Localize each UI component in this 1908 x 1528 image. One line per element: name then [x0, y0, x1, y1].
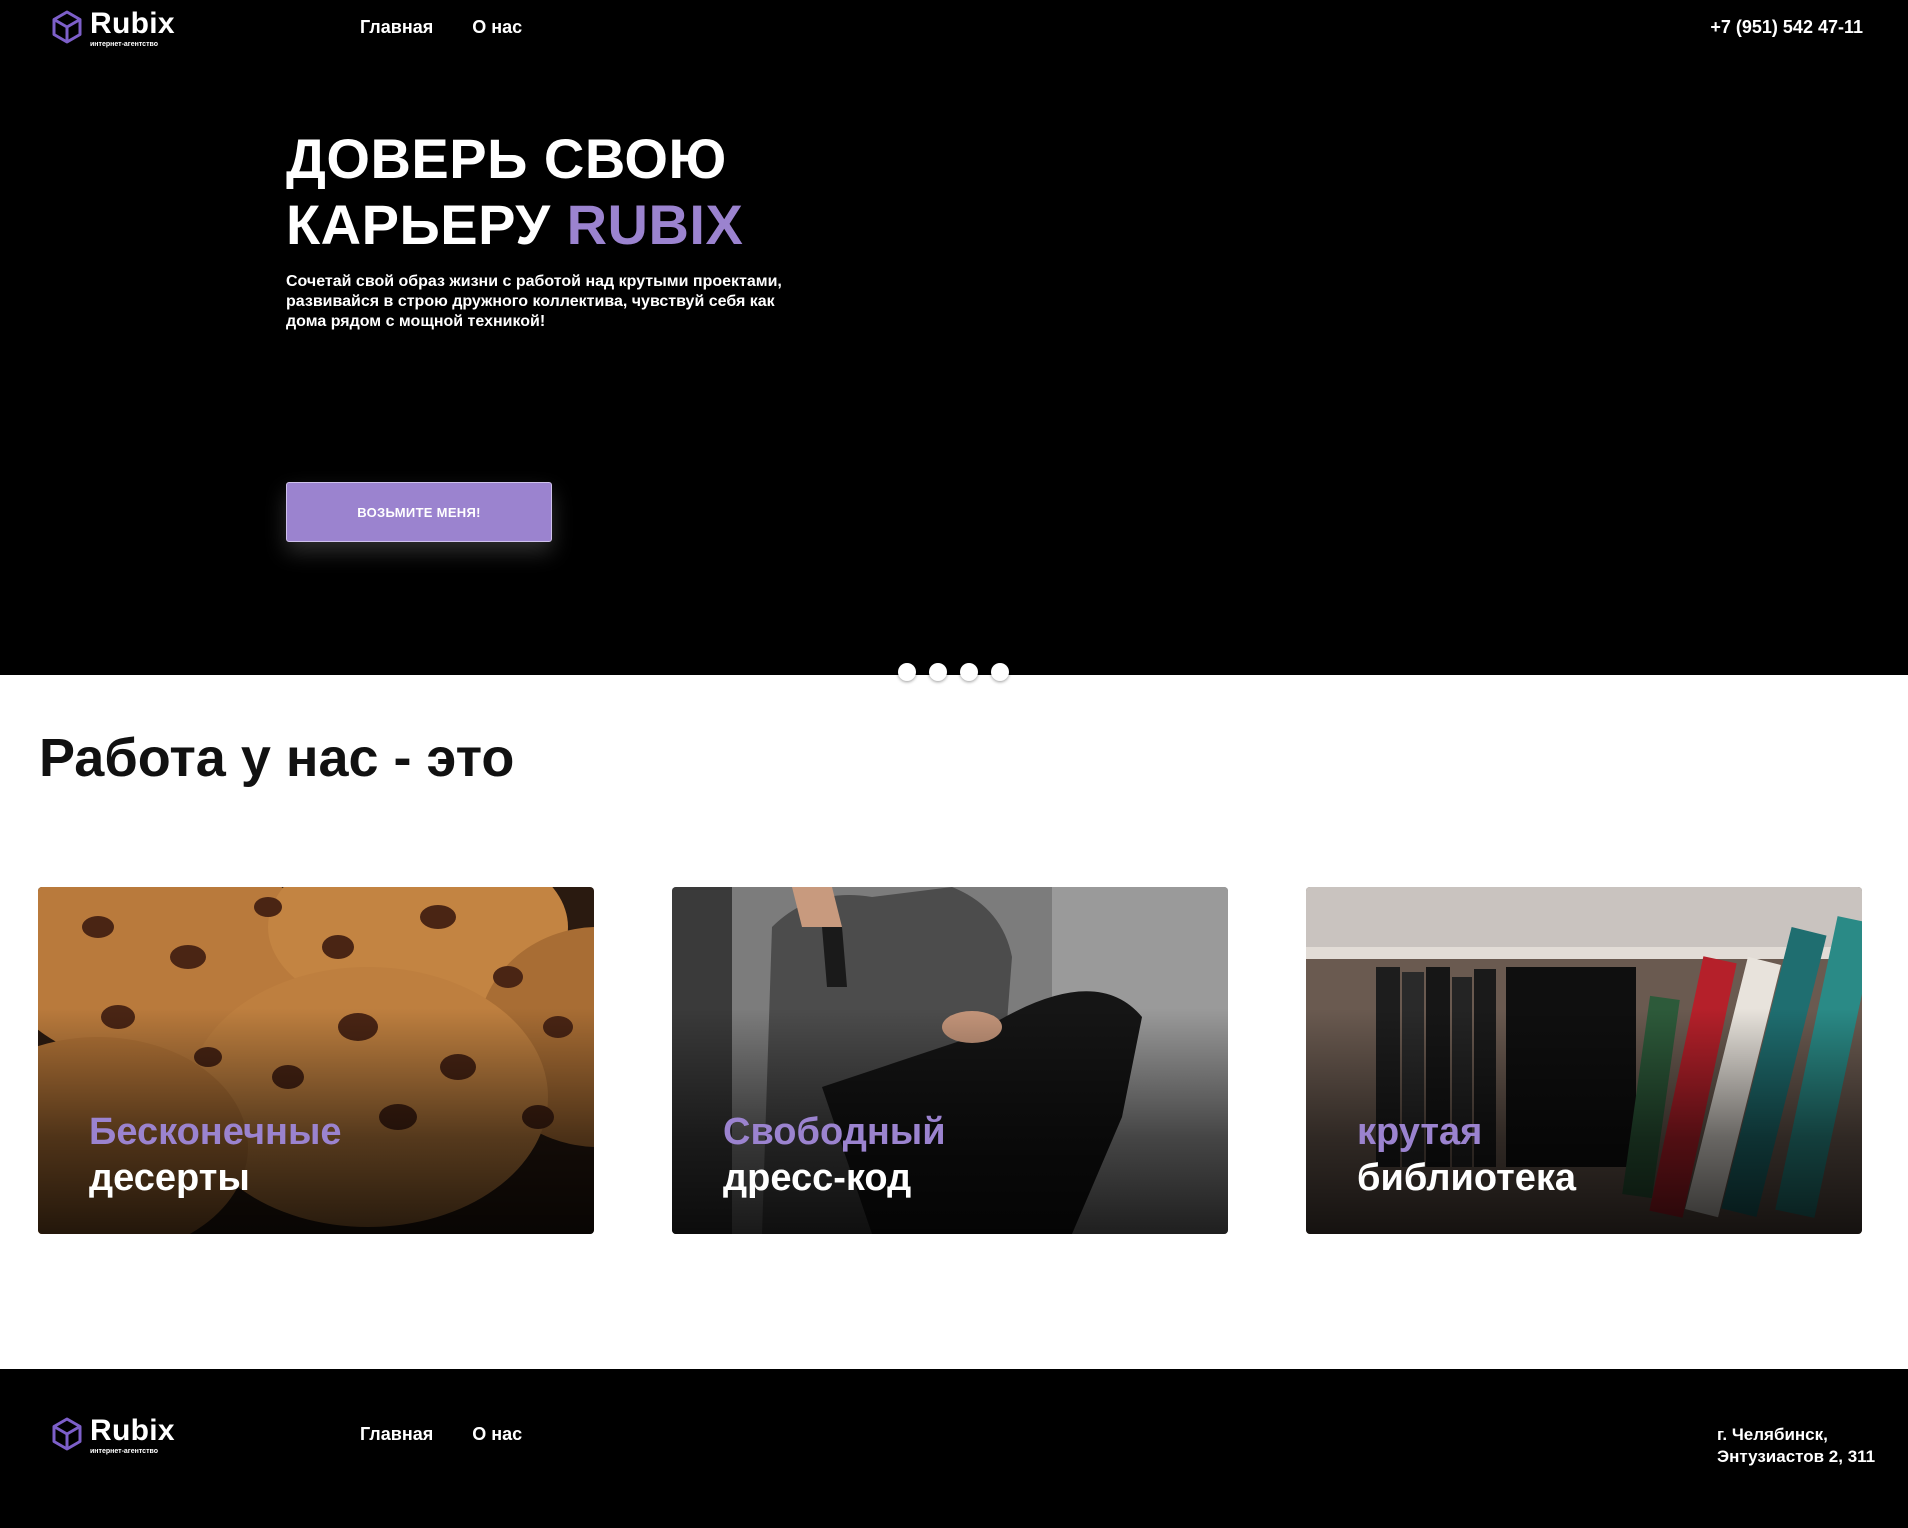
card-text: десерты — [89, 1157, 250, 1199]
hero-section: Rubix интернет-агентство Главная О нас +… — [0, 0, 1908, 675]
footer-nav-link-home[interactable]: Главная — [360, 1424, 433, 1445]
nav-link-about[interactable]: О нас — [472, 17, 522, 38]
card-text: библиотека — [1357, 1157, 1577, 1199]
benefit-card-desserts[interactable]: Бесконечные десерты — [38, 887, 594, 1234]
footer-nav: Главная О нас — [360, 1424, 561, 1445]
hero-title: ДОВЕРЬ СВОЮ КАРЬЕРУ RUBIX — [286, 126, 743, 258]
hero-title-line2: КАРЬЕРУ — [286, 193, 551, 256]
logo-tagline: интернет-агентство — [90, 1448, 158, 1455]
address-city: г. Челябинск, — [1717, 1425, 1828, 1444]
take-me-button[interactable]: ВОЗЬМИТЕ МЕНЯ! — [286, 482, 552, 542]
hero-title-line1: ДОВЕРЬ СВОЮ — [286, 127, 727, 190]
card-accent-text: Бесконечные — [89, 1111, 342, 1153]
cube-outline-icon — [52, 10, 82, 44]
benefit-card-dress-code[interactable]: Свободный дресс-код — [672, 887, 1228, 1234]
main-nav: Главная О нас — [360, 17, 561, 38]
benefit-card-library[interactable]: крутая библиотека — [1306, 887, 1862, 1234]
phone-number[interactable]: +7 (951) 542 47-11 — [1710, 17, 1863, 38]
slider-pagination — [898, 663, 1022, 681]
section-title: Работа у нас - это — [39, 728, 515, 788]
card-accent-text: Свободный — [723, 1111, 946, 1153]
footer-logo[interactable]: Rubix интернет-агентство — [51, 1416, 175, 1456]
slider-dot[interactable] — [960, 663, 978, 681]
card-accent-text: крутая — [1357, 1111, 1483, 1153]
logo-tagline: интернет-агентство — [90, 41, 158, 48]
hero-description: Сочетай свой образ жизни с работой над к… — [286, 273, 782, 330]
footer-nav-link-about[interactable]: О нас — [472, 1424, 522, 1445]
logo-name: Rubix — [90, 1414, 175, 1447]
card-text: дресс-код — [723, 1157, 912, 1199]
slider-dot[interactable] — [898, 663, 916, 681]
address: г. Челябинск, Энтузиастов 2, 311 — [1717, 1424, 1875, 1468]
cube-outline-icon — [52, 1417, 82, 1451]
logo-name: Rubix — [90, 7, 175, 40]
footer: Rubix интернет-агентство Главная О нас г… — [0, 1369, 1908, 1528]
slider-dot[interactable] — [991, 663, 1009, 681]
logo[interactable]: Rubix интернет-агентство — [51, 9, 175, 49]
hero-title-accent: RUBIX — [566, 193, 744, 256]
slider-dot[interactable] — [929, 663, 947, 681]
address-street: Энтузиастов 2, 311 — [1717, 1447, 1876, 1466]
nav-link-home[interactable]: Главная — [360, 17, 433, 38]
